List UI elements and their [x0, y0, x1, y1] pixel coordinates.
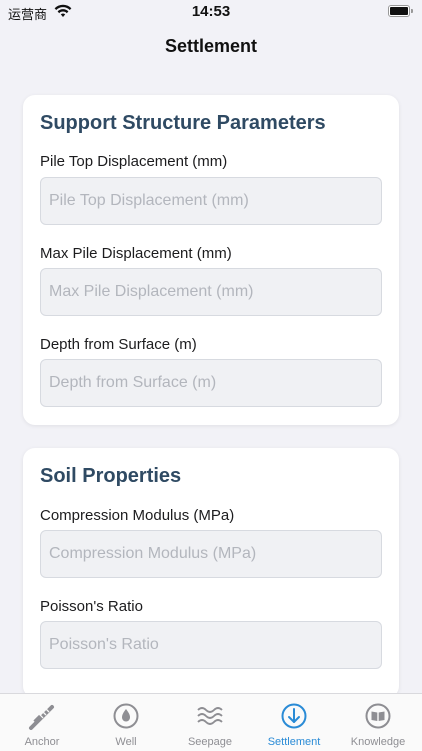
status-time: 14:53	[191, 3, 231, 20]
section-title-soil-properties: Soil Properties	[40, 465, 182, 487]
anchor-bolt-icon	[28, 702, 56, 730]
compression-modulus-input[interactable]	[40, 530, 382, 578]
section-title-support-structure: Support Structure Parameters	[40, 112, 326, 134]
tab-knowledge[interactable]: Knowledge	[336, 694, 420, 751]
status-bar: 运营商 14:53	[0, 0, 422, 26]
max-pile-displacement-input[interactable]	[40, 268, 382, 316]
poissons-ratio-input[interactable]	[40, 621, 382, 669]
tab-bar: Anchor Well Seepage Settlement Knowledge	[0, 693, 422, 751]
poissons-ratio-label: Poisson's Ratio	[40, 598, 143, 615]
pile-top-displacement-label: Pile Top Displacement (mm)	[40, 153, 228, 170]
support-structure-card: Support Structure Parameters Pile Top Di…	[23, 95, 399, 425]
tab-settlement-label: Settlement	[267, 736, 321, 748]
tab-seepage[interactable]: Seepage	[168, 694, 252, 751]
battery-icon	[388, 5, 414, 17]
tab-anchor[interactable]: Anchor	[0, 694, 84, 751]
depth-from-surface-label: Depth from Surface (m)	[40, 336, 197, 353]
soil-properties-card: Soil Properties Compression Modulus (MPa…	[23, 448, 399, 698]
max-pile-displacement-label: Max Pile Displacement (mm)	[40, 245, 232, 262]
compression-modulus-label: Compression Modulus (MPa)	[40, 507, 235, 524]
tab-knowledge-label: Knowledge	[350, 736, 406, 748]
pile-top-displacement-input[interactable]	[40, 177, 382, 225]
tab-settlement[interactable]: Settlement	[252, 694, 336, 751]
tab-well[interactable]: Well	[84, 694, 168, 751]
waves-icon	[196, 702, 224, 730]
tab-anchor-label: Anchor	[24, 736, 60, 748]
depth-from-surface-input[interactable]	[40, 359, 382, 407]
tab-well-label: Well	[115, 736, 137, 748]
water-drop-icon	[112, 702, 140, 730]
tab-seepage-label: Seepage	[187, 736, 233, 748]
book-icon	[364, 702, 392, 730]
page-title: Settlement	[164, 36, 258, 56]
arrow-down-circle-icon	[280, 702, 308, 730]
